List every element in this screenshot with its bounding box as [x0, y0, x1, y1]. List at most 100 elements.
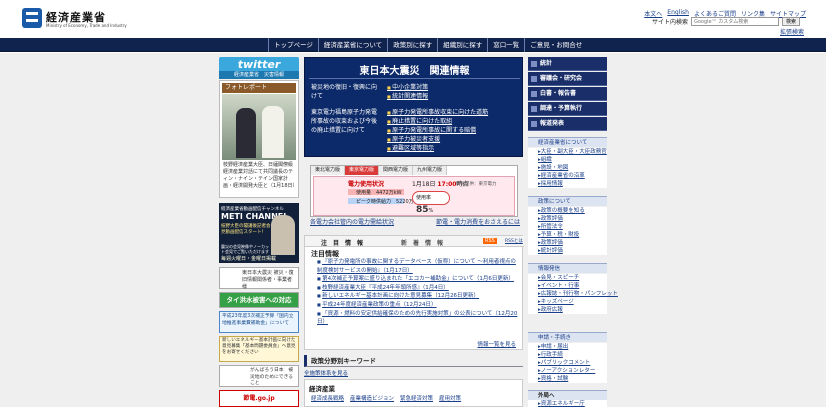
link-sme[interactable]: 中小企業対策 [387, 83, 517, 92]
news-item[interactable]: 第4次補正予算案に盛り込まれた「エコカー補助金」について（1月6日更新） [322, 276, 514, 282]
nav-contact-list[interactable]: 窓口一覧 [487, 38, 524, 52]
tab-featured[interactable]: 注 目 情 報 [321, 238, 363, 247]
search-label: サイト内検索 [651, 19, 688, 26]
meti-channel-banner[interactable]: 経済産業省動画配信チャンネル METI CHANNEL 枝野大臣の閣議後記者会見… [219, 203, 299, 263]
link-roadmap[interactable]: 原子力発電所事故収束に向けた道筋 [387, 108, 517, 117]
nav-org[interactable]: 組織別に探す [437, 38, 487, 52]
news-item[interactable]: 新しいエネルギー基本計画に向けた意見募集（12月26日更新） [322, 293, 479, 299]
meti-channel-note: 震災の会見映像やノーカット会見でご覧いただけます [221, 244, 269, 254]
sidebar-statistics[interactable]: 統計 [528, 57, 607, 71]
sidebar-link[interactable]: 政府広報 [538, 306, 607, 314]
sidebar-link[interactable]: パブリックコメント [538, 359, 607, 367]
news-item[interactable]: 『原子力発電所の事故に関するデータベース（仮称）について 〜利用者視点の制度検討… [317, 259, 516, 274]
sidebar-link[interactable]: 政策評価 [538, 239, 607, 247]
link-emergency-measures[interactable]: 緊急経済対策 [400, 394, 433, 402]
news-item[interactable]: 枝野経済産業大臣『平成24年年頭所感』（1月4日） [322, 285, 449, 291]
photo-report[interactable]: フォトレポート 枝野経済産業大臣、日緬閣僚級経済産業対話にて共同議長のティン・ナ… [219, 80, 299, 198]
tab-new[interactable]: 新 着 情 報 [401, 238, 443, 247]
sidebar-link[interactable]: 資格・試験 [538, 375, 607, 383]
sidebar-policy-heading[interactable]: 政策について [528, 196, 607, 206]
sidebar-link[interactable]: 所管法令 [538, 223, 607, 231]
nav-about[interactable]: 経済産業省について [317, 38, 387, 52]
sidebar-councils[interactable]: 審議会・研究会 [528, 72, 607, 86]
meti-channel-schedule: 毎週火曜日・金曜日掲載 [221, 256, 277, 262]
sidebar-link[interactable]: 政策の概要を知る [538, 207, 607, 215]
sidebar-link[interactable]: キッズページ [538, 298, 607, 306]
usage-rate-value: 85 [416, 205, 429, 215]
tab-tohoku[interactable]: 東北電力版 [311, 166, 346, 175]
link-evacuation[interactable]: 避難区域等指示 [387, 144, 517, 153]
nav-top[interactable]: トップページ [268, 38, 318, 52]
rss-help-link[interactable]: RSSとは [505, 238, 523, 244]
sidebar-about-heading[interactable]: 経済産業省について [528, 137, 607, 147]
thai-flood-banner[interactable]: タイ洪水被害への対応 [219, 292, 299, 308]
sidebar-link[interactable]: 大臣・副大臣・大臣政務官 [538, 148, 607, 156]
sidebar-link[interactable]: 施設・地図 [538, 164, 607, 172]
panel-divider [309, 78, 520, 79]
news-item[interactable]: 「資源・燃料の安定供給確保のための先行実施対策」の公表について（12月20日） [317, 311, 517, 326]
economy-title: 経済産業 [309, 385, 335, 393]
news-panel: 注 目 情 報 新 着 情 報 RSS RSSとは 注目情報 『原子力発電所の事… [304, 235, 524, 350]
sidebar-link[interactable]: 政策評価 [538, 215, 607, 223]
supplementary-budget-banner[interactable]: 平成23年度3次補正予算「国内立地推進事業費補助金」について [219, 311, 299, 333]
link-supply-status[interactable]: 各電力会社管内の電力需給状況 [310, 217, 394, 226]
electricity-usage-widget: 東北電力版 東京電力版 関西電力版 九州電力版 電力使用状況 1月18日 17:… [310, 165, 518, 217]
sidebar-info-links: 会見・スピーチ イベント・行事 広報誌・刊行物・パンフレット キッズページ 政府… [528, 274, 618, 314]
link-growth-strategy[interactable]: 経済成長戦略 [311, 394, 344, 402]
sidebar-link[interactable]: 統計評価 [538, 247, 607, 255]
sidebar-link[interactable]: 申請・届出 [538, 343, 607, 351]
sidebar-apply-heading[interactable]: 申請・手続き [528, 332, 607, 342]
sidebar-press[interactable]: 報道発表 [528, 117, 607, 131]
sidebar-link[interactable]: 会見・スピーチ [538, 274, 607, 282]
nav-inquiry[interactable]: ご意見・お問合せ [524, 38, 587, 52]
twitter-logo: twitter [237, 58, 281, 71]
usage-title: 電力使用状況 [348, 181, 385, 188]
recovery-heading: 被災地の復旧・復興に向けて [311, 84, 378, 100]
meti-channel-desc: 枝野大臣の閣議後記者会見動画配信スタート！ [221, 224, 271, 235]
sidebar-link[interactable]: 広報誌・刊行物・パンフレット [538, 290, 618, 298]
setsuden-banner[interactable]: 節電.go.jp [219, 390, 299, 407]
usage-rate-unit: % [428, 208, 434, 214]
link-victim-support[interactable]: 原子力被災者支援 [387, 135, 517, 144]
energy-plan-banner[interactable]: 新しいエネルギー基本計画に向けた意見募集「基本問題委員会」へ意見をお寄せください [219, 336, 299, 362]
link-decommission[interactable]: 廃止措置に向けた取組 [387, 117, 517, 126]
link-compensation[interactable]: 原子力発電所事故に関する賠償 [387, 126, 517, 135]
earthquake-panel-title: 東日本大震災 関連情報 [359, 66, 470, 77]
sidebar-link[interactable]: 経済産業省の沿革 [538, 172, 607, 180]
site-header: 経済産業省 Ministry of Economy, Trade and Ind… [0, 0, 826, 38]
sidebar-white-papers[interactable]: 白書・報告書 [528, 87, 607, 101]
nav-policy[interactable]: 政策別に探す [387, 38, 437, 52]
quake-support-banner[interactable]: 東日本大震災 被災・復旧情報関係者・事業者様 [219, 267, 299, 290]
link-industry-vision[interactable]: 産業構造ビジョン [350, 394, 394, 402]
site-logo[interactable]: 経済産業省 Ministry of Economy, Trade and Ind… [22, 8, 132, 32]
link-stats[interactable]: 統計関連情報 [387, 92, 517, 101]
earthquake-info-panel: 東日本大震災 関連情報 被災地の復旧・復興に向けて 中小企業対策 統計関連情報 … [304, 57, 523, 157]
search-button[interactable]: 検索 [781, 17, 800, 26]
sidebar-link[interactable]: イベント・行事 [538, 282, 607, 290]
logo-subtitle: Ministry of Economy, Trade and Industry [46, 23, 127, 28]
search-input[interactable] [690, 17, 779, 26]
sidebar-link[interactable]: 採用情報 [538, 180, 607, 188]
tab-kansai[interactable]: 関西電力版 [379, 166, 414, 175]
sidebar-link[interactable]: 行政手続 [538, 351, 607, 359]
electricity-links: 各電力会社管内の電力需給状況 節電・電力消費をおさえるには [310, 217, 520, 226]
sidebar-info-heading[interactable]: 情報発信 [528, 263, 607, 273]
news-item[interactable]: 平成24年度経済産業政策の重点（12月24日） [322, 302, 437, 308]
twitter-banner[interactable]: twitter 経済産業省 災害情報 [219, 57, 299, 79]
sidebar-link[interactable]: 予算・税・財投 [538, 231, 607, 239]
sidebar-link[interactable]: ノーアクションレター [538, 367, 607, 375]
sidebar-external-heading[interactable]: 外局へ [528, 390, 607, 400]
rss-icon[interactable]: RSS [483, 238, 497, 244]
link-employment[interactable]: 雇用対策 [439, 394, 461, 402]
nuclear-heading: 東京電力福島原子力発電所事故の収束および今後の廃止措置に向けて [311, 109, 378, 134]
all-policies-link[interactable]: 全施策体系を見る [304, 369, 348, 377]
sidebar-procurement[interactable]: 調達・予算執行 [528, 102, 607, 116]
usage-rate: 使用率 85% [412, 191, 450, 215]
advanced-search-link[interactable]: 拡張検索 [780, 27, 804, 36]
tab-kyushu[interactable]: 九州電力版 [413, 166, 448, 175]
sidebar-link[interactable]: 組織 [538, 156, 607, 164]
news-more-link[interactable]: 情報一覧を見る [477, 340, 516, 348]
tab-tokyo[interactable]: 東京電力版 [345, 166, 380, 175]
link-power-saving[interactable]: 節電・電力消費をおさえるには [436, 217, 520, 226]
ganbarou-nippon-banner[interactable]: がんばろう日本 被災地のためにできること [219, 365, 299, 387]
